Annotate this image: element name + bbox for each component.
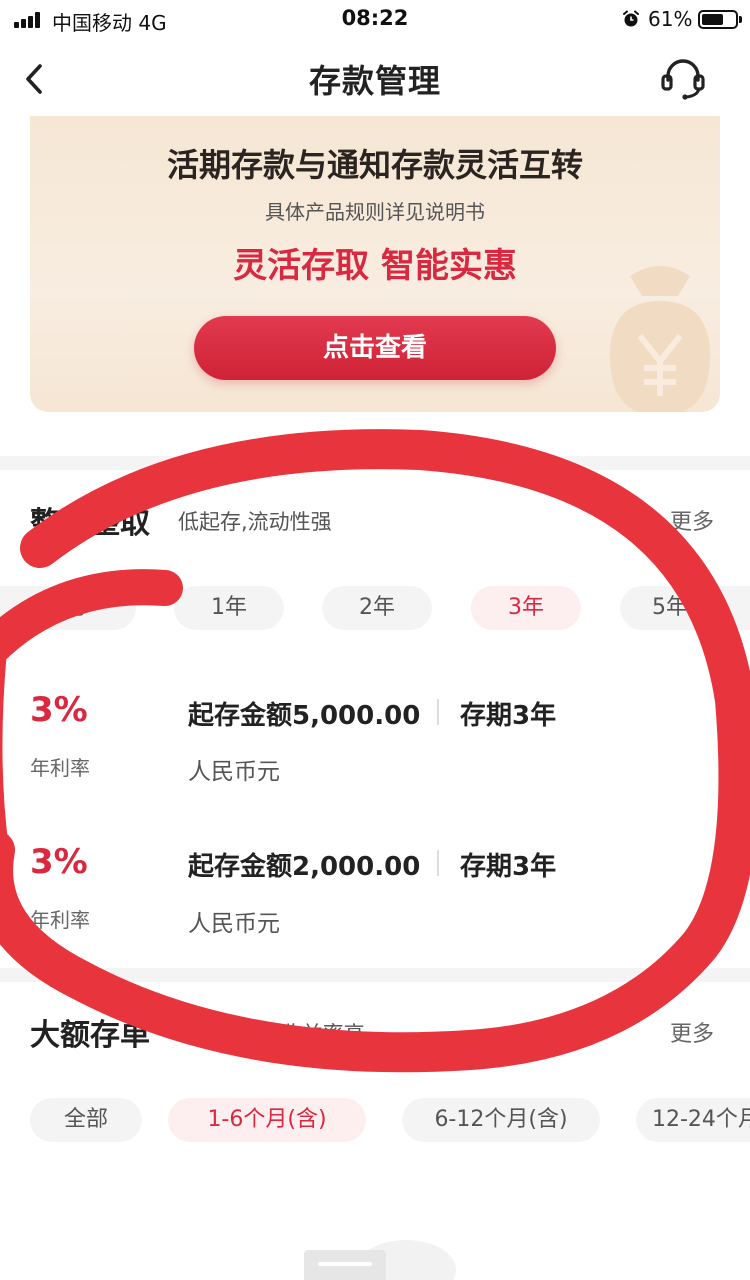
product-term: 存期3年 xyxy=(460,852,557,882)
section-title-fixed: 整存整取 xyxy=(30,506,150,541)
section-title-large: 大额存单 xyxy=(30,1018,150,1053)
carousel-indicator xyxy=(356,435,396,441)
promo-banner[interactable]: 活期存款与通知存款灵活互转 具体产品规则详见说明书 灵活存取 智能实惠 点击查看 xyxy=(30,116,720,412)
product-rate-label: 年利率 xyxy=(30,908,90,932)
chip-3-years[interactable]: 3年 xyxy=(471,586,581,630)
chip-2-years[interactable]: 2年 xyxy=(322,586,432,630)
section-divider xyxy=(0,968,750,982)
chip-5-years[interactable]: 5年 xyxy=(620,586,750,630)
headset-icon[interactable] xyxy=(658,54,708,102)
period-chips: 全部 1-6个月(含) 6-12个月(含) 12-24个月 xyxy=(0,1098,750,1144)
chip-6-months[interactable]: 6个月 xyxy=(0,586,136,630)
chip-1-year[interactable]: 1年 xyxy=(174,586,284,630)
battery-icon xyxy=(698,10,742,29)
banner-subtitle: 具体产品规则详见说明书 xyxy=(265,200,485,224)
banner-slogan: 灵活存取 智能实惠 xyxy=(233,246,517,286)
divider xyxy=(437,699,439,725)
status-bar: 中国移动 4G 08:22 61% xyxy=(0,0,750,40)
product-term: 存期3年 xyxy=(460,701,557,731)
product-min-amount: 起存金额2,000.00 xyxy=(188,852,421,882)
view-details-button[interactable]: 点击查看 xyxy=(194,316,556,380)
nav-bar: 存款管理 xyxy=(0,40,750,116)
chip-all[interactable]: 全部 xyxy=(30,1098,142,1142)
battery-percent: 61% xyxy=(648,7,693,31)
product-rate: 3% xyxy=(30,842,88,882)
chip-1-6-months[interactable]: 1-6个月(含) xyxy=(168,1098,366,1142)
more-link-fixed[interactable]: 更多 xyxy=(670,504,714,536)
banner-title: 活期存款与通知存款灵活互转 xyxy=(166,146,583,184)
bottom-handle-icon[interactable] xyxy=(304,1250,386,1280)
product-rate: 3% xyxy=(30,690,88,730)
section-divider xyxy=(0,456,750,470)
chip-6-12-months[interactable]: 6-12个月(含) xyxy=(402,1098,600,1142)
product-currency: 人民币元 xyxy=(188,911,280,937)
product-currency: 人民币元 xyxy=(188,759,280,785)
divider xyxy=(437,850,439,876)
product-min-amount: 起存金额5,000.00 xyxy=(188,701,421,731)
alarm-icon xyxy=(623,10,639,27)
more-link-large[interactable]: 更多 xyxy=(670,1016,714,1048)
product-rate-label: 年利率 xyxy=(30,756,90,780)
page-title: 存款管理 xyxy=(308,62,441,100)
term-chips: 6个月 1年 2年 3年 5年 xyxy=(0,586,750,632)
section-desc-fixed: 低起存,流动性强 xyxy=(178,510,332,534)
section-desc-large: 门槛适宜,收益率高 xyxy=(190,1022,365,1046)
chip-12-24-months[interactable]: 12-24个月 xyxy=(636,1098,750,1142)
